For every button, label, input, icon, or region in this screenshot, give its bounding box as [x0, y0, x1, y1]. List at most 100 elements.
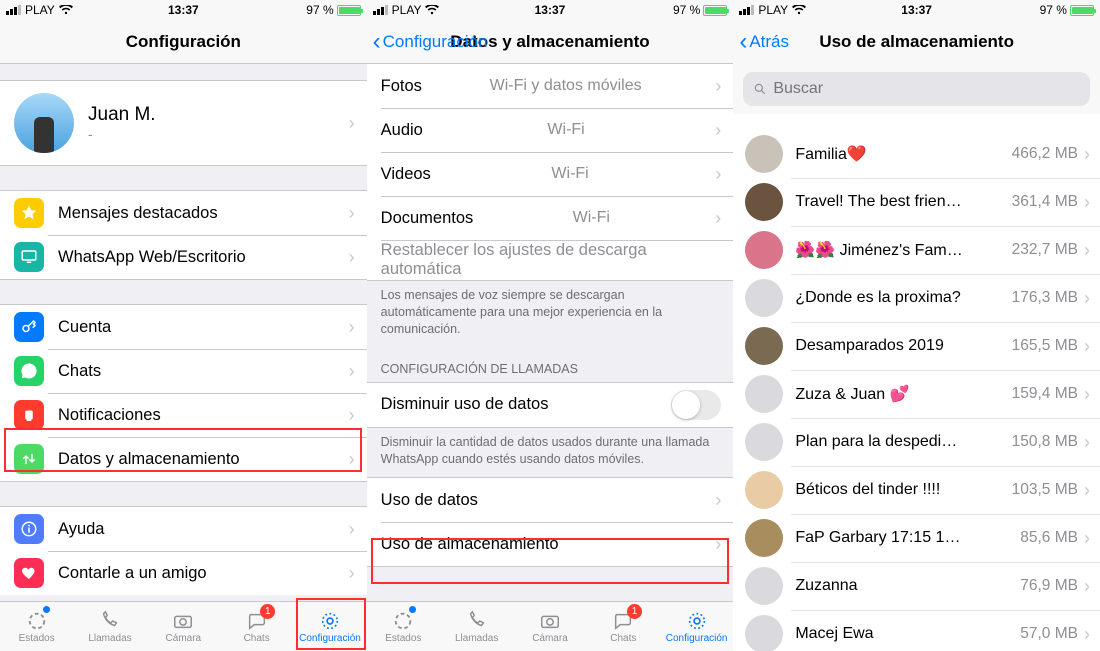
chevron-right-icon: ›	[1082, 336, 1090, 357]
tab-status[interactable]: Estados	[367, 602, 440, 651]
search-wrap	[733, 64, 1100, 114]
chevron-right-icon: ›	[715, 120, 721, 141]
videos-row[interactable]: Videos Wi-Fi ›	[367, 152, 734, 196]
storage-usage-row[interactable]: Uso de almacenamiento ›	[367, 522, 734, 566]
search-input[interactable]	[773, 80, 1080, 98]
lower-data-footer: Disminuir la cantidad de datos usados du…	[367, 428, 734, 478]
storage-row[interactable]: Zuzanna76,9 MB›	[733, 562, 1100, 610]
label: WhatsApp Web/Escritorio	[58, 248, 246, 267]
back-button[interactable]: ‹ Configuración	[373, 20, 488, 63]
chevron-right-icon: ›	[1082, 432, 1090, 453]
clock: 13:37	[367, 3, 734, 17]
help-row[interactable]: Ayuda ›	[0, 507, 367, 551]
tab-bar: Estados Llamadas Cámara 1 Chats Configur…	[0, 601, 367, 651]
chevron-right-icon: ›	[715, 76, 721, 97]
chat-size: 232,7 MB	[1012, 241, 1082, 259]
whatsapp-icon	[14, 356, 44, 386]
chevron-right-icon: ›	[1082, 144, 1090, 165]
chat-name: Desamparados 2019	[795, 337, 944, 355]
chat-avatar	[745, 615, 783, 651]
tab-camera[interactable]: Cámara	[513, 602, 586, 651]
storage-row[interactable]: Macej Ewa57,0 MB›	[733, 610, 1100, 651]
bell-icon	[14, 400, 44, 430]
chat-size: 361,4 MB	[1012, 193, 1082, 211]
data-storage-row[interactable]: Datos y almacenamiento ›	[0, 437, 367, 481]
tab-label: Cámara	[166, 633, 202, 644]
chat-size: 150,8 MB	[1012, 433, 1082, 451]
chevron-right-icon: ›	[349, 113, 355, 134]
tab-chats[interactable]: 1 Chats	[587, 602, 660, 651]
chevron-right-icon: ›	[1082, 480, 1090, 501]
profile-name: Juan M.	[88, 104, 156, 126]
notifications-row[interactable]: Notificaciones ›	[0, 393, 367, 437]
chat-avatar	[745, 423, 783, 461]
profile-subtitle: -	[88, 126, 156, 142]
chat-avatar	[745, 519, 783, 557]
tab-settings[interactable]: Configuración	[660, 602, 733, 651]
reset-auto-download[interactable]: Restablecer los ajustes de descarga auto…	[367, 240, 734, 280]
star-icon	[14, 198, 44, 228]
tab-settings[interactable]: Configuración	[293, 602, 366, 651]
storage-row[interactable]: FaP Garbary 17:15 16/0185,6 MB›	[733, 514, 1100, 562]
storage-row[interactable]: Travel! The best friends!361,4 MB›	[733, 178, 1100, 226]
chevron-left-icon: ‹	[739, 30, 747, 54]
chevron-left-icon: ‹	[373, 30, 381, 54]
documents-row[interactable]: Documentos Wi-Fi ›	[367, 196, 734, 240]
status-dot-icon	[43, 606, 50, 613]
label: Uso de datos	[381, 491, 478, 510]
tab-camera[interactable]: Cámara	[147, 602, 220, 651]
tab-label: Cámara	[532, 633, 568, 644]
lower-data-row[interactable]: Disminuir uso de datos	[367, 383, 734, 427]
back-button[interactable]: ‹ Atrás	[739, 20, 789, 64]
chevron-right-icon: ›	[715, 534, 721, 555]
label: Contarle a un amigo	[58, 564, 207, 583]
tab-bar: Estados Llamadas Cámara 1 Chats Configur…	[367, 601, 734, 651]
tab-label: Llamadas	[88, 633, 131, 644]
value: Wi-Fi	[547, 121, 590, 139]
chevron-right-icon: ›	[1082, 384, 1090, 405]
storage-row[interactable]: Plan para la despedida...150,8 MB›	[733, 418, 1100, 466]
settings-content: Juan M. - › Mensajes destacados › WhatsA…	[0, 64, 367, 601]
label: Chats	[58, 362, 101, 381]
tab-calls[interactable]: Llamadas	[440, 602, 513, 651]
tab-status[interactable]: Estados	[0, 602, 73, 651]
tab-calls[interactable]: Llamadas	[73, 602, 146, 651]
key-icon	[14, 312, 44, 342]
storage-row[interactable]: 🌺🌺 Jiménez's Famil...232,7 MB›	[733, 226, 1100, 274]
tab-label: Llamadas	[455, 633, 498, 644]
nav-header: Configuración	[0, 20, 367, 64]
tab-label: Estados	[385, 633, 421, 644]
chevron-right-icon: ›	[349, 317, 355, 338]
account-row[interactable]: Cuenta ›	[0, 305, 367, 349]
toggle-switch[interactable]	[671, 390, 721, 420]
storage-list[interactable]: Familia❤️466,2 MB›Travel! The best frien…	[733, 114, 1100, 651]
photos-row[interactable]: Fotos Wi-Fi y datos móviles ›	[367, 64, 734, 108]
tab-label: Estados	[19, 633, 55, 644]
info-icon	[14, 514, 44, 544]
storage-row[interactable]: ¿Donde es la proxima?176,3 MB›	[733, 274, 1100, 322]
chevron-right-icon: ›	[1082, 624, 1090, 645]
starred-messages-row[interactable]: Mensajes destacados ›	[0, 191, 367, 235]
data-usage-row[interactable]: Uso de datos ›	[367, 478, 734, 522]
storage-row[interactable]: Familia❤️466,2 MB›	[733, 130, 1100, 178]
storage-row[interactable]: Desamparados 2019165,5 MB›	[733, 322, 1100, 370]
back-label: Atrás	[749, 32, 789, 52]
page-title: Uso de almacenamiento	[819, 32, 1014, 52]
chat-avatar	[745, 135, 783, 173]
clock: 13:37	[733, 3, 1100, 17]
tell-friend-row[interactable]: Contarle a un amigo ›	[0, 551, 367, 595]
chat-name: Béticos del tinder !!!!	[795, 481, 940, 499]
tab-chats[interactable]: 1 Chats	[220, 602, 293, 651]
label: Videos	[381, 165, 431, 184]
storage-row[interactable]: Zuza & Juan 💕159,4 MB›	[733, 370, 1100, 418]
chats-row[interactable]: Chats ›	[0, 349, 367, 393]
nav-header: ‹ Atrás Uso de almacenamiento	[733, 20, 1100, 64]
profile-row[interactable]: Juan M. - ›	[0, 80, 367, 166]
tab-label: Chats	[244, 633, 270, 644]
chevron-right-icon: ›	[1082, 528, 1090, 549]
whatsapp-web-row[interactable]: WhatsApp Web/Escritorio ›	[0, 235, 367, 279]
battery-icon	[703, 5, 727, 16]
search-bar[interactable]	[743, 72, 1090, 106]
audio-row[interactable]: Audio Wi-Fi ›	[367, 108, 734, 152]
storage-row[interactable]: Béticos del tinder !!!!103,5 MB›	[733, 466, 1100, 514]
